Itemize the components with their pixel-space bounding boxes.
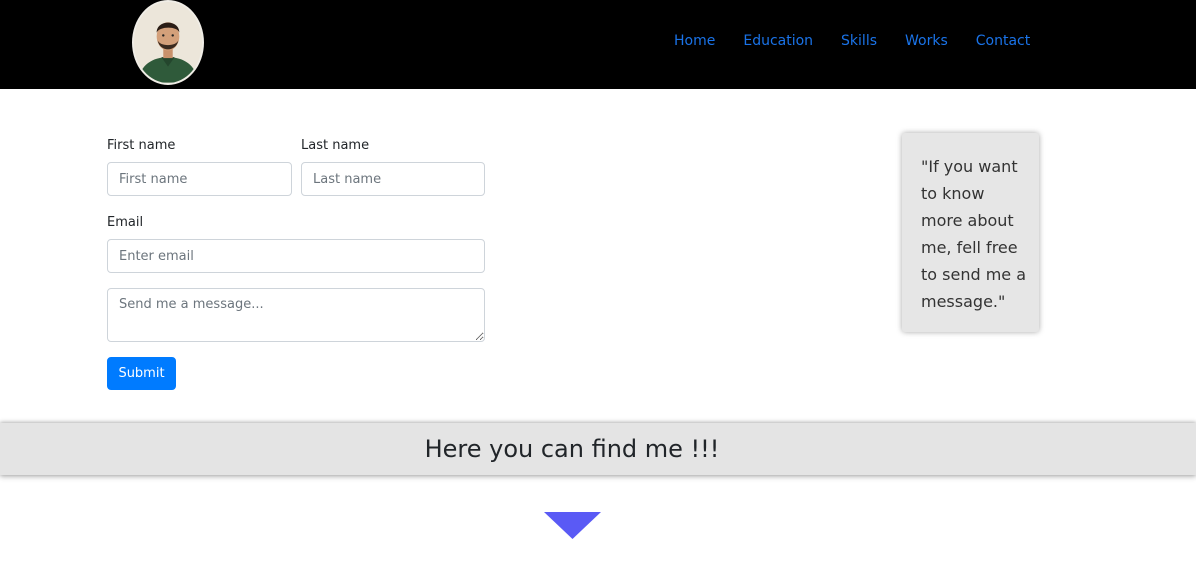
banner-title: Here you can find me !!!: [424, 435, 720, 463]
avatar[interactable]: [132, 0, 204, 85]
nav-education-link[interactable]: Education: [743, 31, 813, 51]
quote-box: "If you want to know more about me, fell…: [902, 133, 1039, 332]
email-label: Email: [107, 215, 144, 230]
nav-skills-link[interactable]: Skills: [841, 31, 877, 51]
nav-works-link[interactable]: Works: [905, 31, 948, 51]
nav-home-link[interactable]: Home: [674, 31, 715, 51]
down-triangle-icon[interactable]: [544, 512, 601, 539]
email-field[interactable]: [107, 239, 485, 273]
nav-contact-link[interactable]: Contact: [976, 31, 1030, 51]
first-name-field[interactable]: [107, 162, 292, 196]
profile-photo: [134, 2, 202, 83]
submit-button[interactable]: Submit: [107, 357, 176, 390]
navbar: Home Education Skills Works Contact: [0, 0, 1196, 89]
location-banner: Here you can find me !!!: [0, 423, 1196, 475]
first-name-label: First name: [107, 138, 176, 153]
message-field[interactable]: [107, 288, 485, 342]
last-name-label: Last name: [301, 138, 370, 153]
nav-links: Home Education Skills Works Contact: [674, 31, 1030, 51]
quote-text: "If you want to know more about me, fell…: [921, 157, 1027, 311]
last-name-field[interactable]: [301, 162, 485, 196]
